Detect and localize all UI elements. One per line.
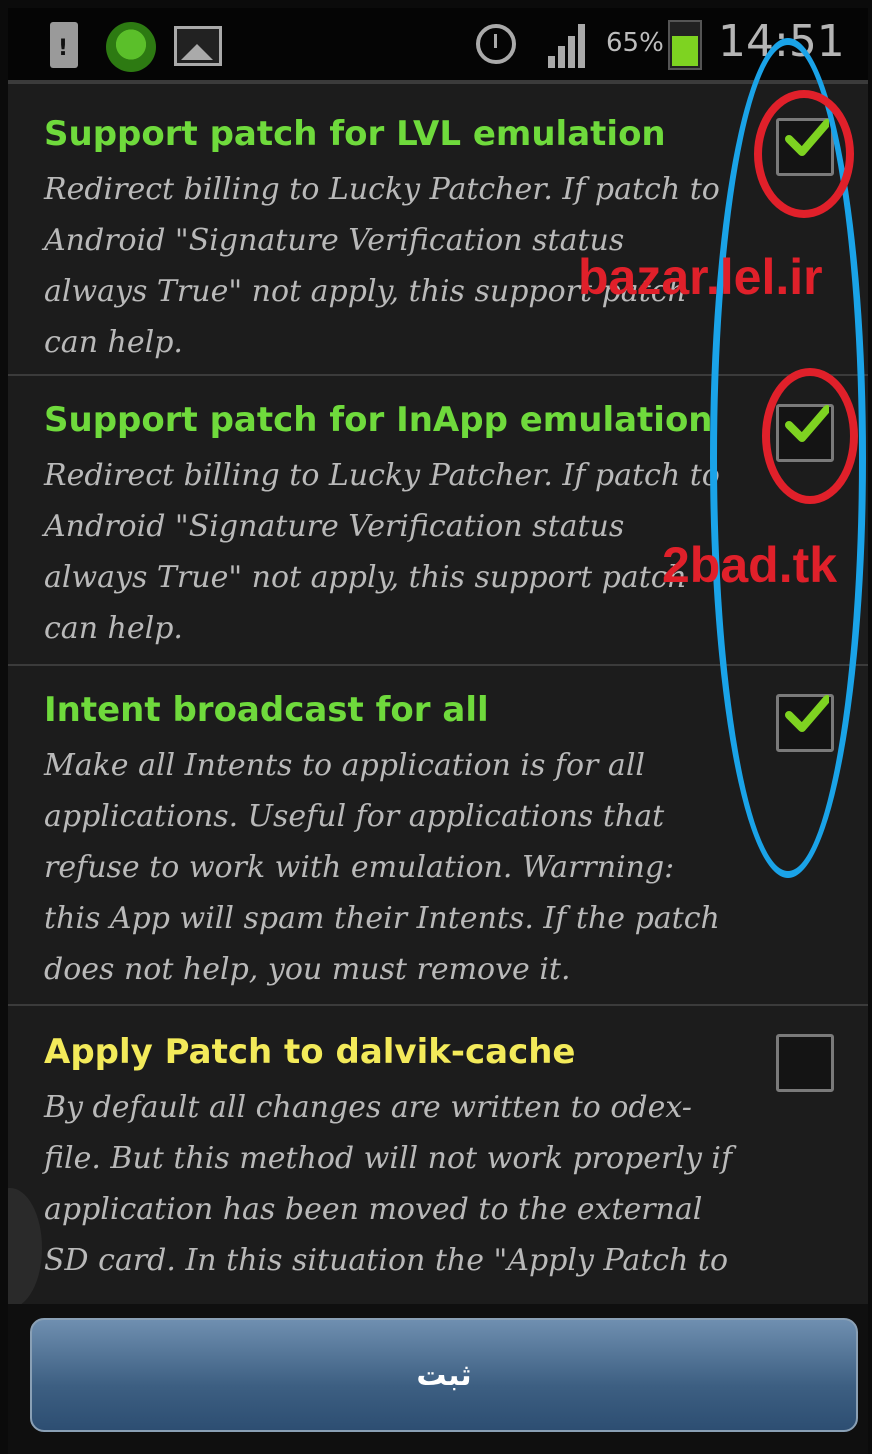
description-line: always True" not apply, this support pat… bbox=[44, 560, 687, 595]
alarm-icon bbox=[476, 24, 516, 64]
description-line: refuse to work with emulation. Warrning: bbox=[44, 850, 675, 885]
option-title: Apply Patch to dalvik-cache bbox=[44, 1032, 576, 1072]
option-dalvik-cache[interactable]: Apply Patch to dalvik-cache By default a… bbox=[8, 1004, 868, 1304]
signal-icon bbox=[548, 22, 596, 68]
option-description: By default all changes are written to od… bbox=[44, 1082, 764, 1286]
description-line: Make all Intents to application is for a… bbox=[44, 748, 646, 783]
battery-percent: 65% bbox=[606, 28, 664, 58]
description-line: Redirect billing to Lucky Patcher. If pa… bbox=[44, 172, 720, 207]
description-line: application has been moved to the extern… bbox=[44, 1192, 703, 1227]
option-description: Redirect billing to Lucky Patcher. If pa… bbox=[44, 450, 764, 654]
option-description: Make all Intents to application is for a… bbox=[44, 740, 764, 995]
sd-card-icon bbox=[50, 22, 78, 68]
watermark-text: 2bad.tk bbox=[662, 537, 838, 593]
submit-button[interactable]: ثبت bbox=[30, 1318, 858, 1432]
shield-icon bbox=[106, 22, 156, 72]
description-line: SD card. In this situation the "Apply Pa… bbox=[44, 1243, 729, 1278]
description-line: Android "Signature Verification status bbox=[44, 509, 625, 544]
picture-icon bbox=[174, 26, 222, 66]
description-line: this App will spam their Intents. If the… bbox=[44, 901, 720, 936]
dalvik-cache-checkbox[interactable] bbox=[776, 1034, 834, 1092]
description-line: file. But this method will not work prop… bbox=[44, 1141, 733, 1176]
description-line: applications. Useful for applications th… bbox=[44, 799, 665, 834]
status-bar: 65% 14:51 bbox=[8, 8, 868, 82]
red-annotation-circle bbox=[762, 368, 858, 504]
description-line: can help. bbox=[44, 325, 183, 360]
battery-icon bbox=[668, 20, 702, 70]
description-line: does not help, you must remove it. bbox=[44, 952, 571, 987]
app-frame: 65% 14:51 Support patch for LVL emulatio… bbox=[8, 8, 868, 1454]
description-line: By default all changes are written to od… bbox=[44, 1090, 692, 1125]
watermark-text: bazar.lel.ir bbox=[578, 249, 823, 305]
red-annotation-circle bbox=[754, 90, 854, 218]
description-line: can help. bbox=[44, 611, 183, 646]
footer-bar: ثبت bbox=[8, 1304, 868, 1454]
description-line: Redirect billing to Lucky Patcher. If pa… bbox=[44, 458, 720, 493]
